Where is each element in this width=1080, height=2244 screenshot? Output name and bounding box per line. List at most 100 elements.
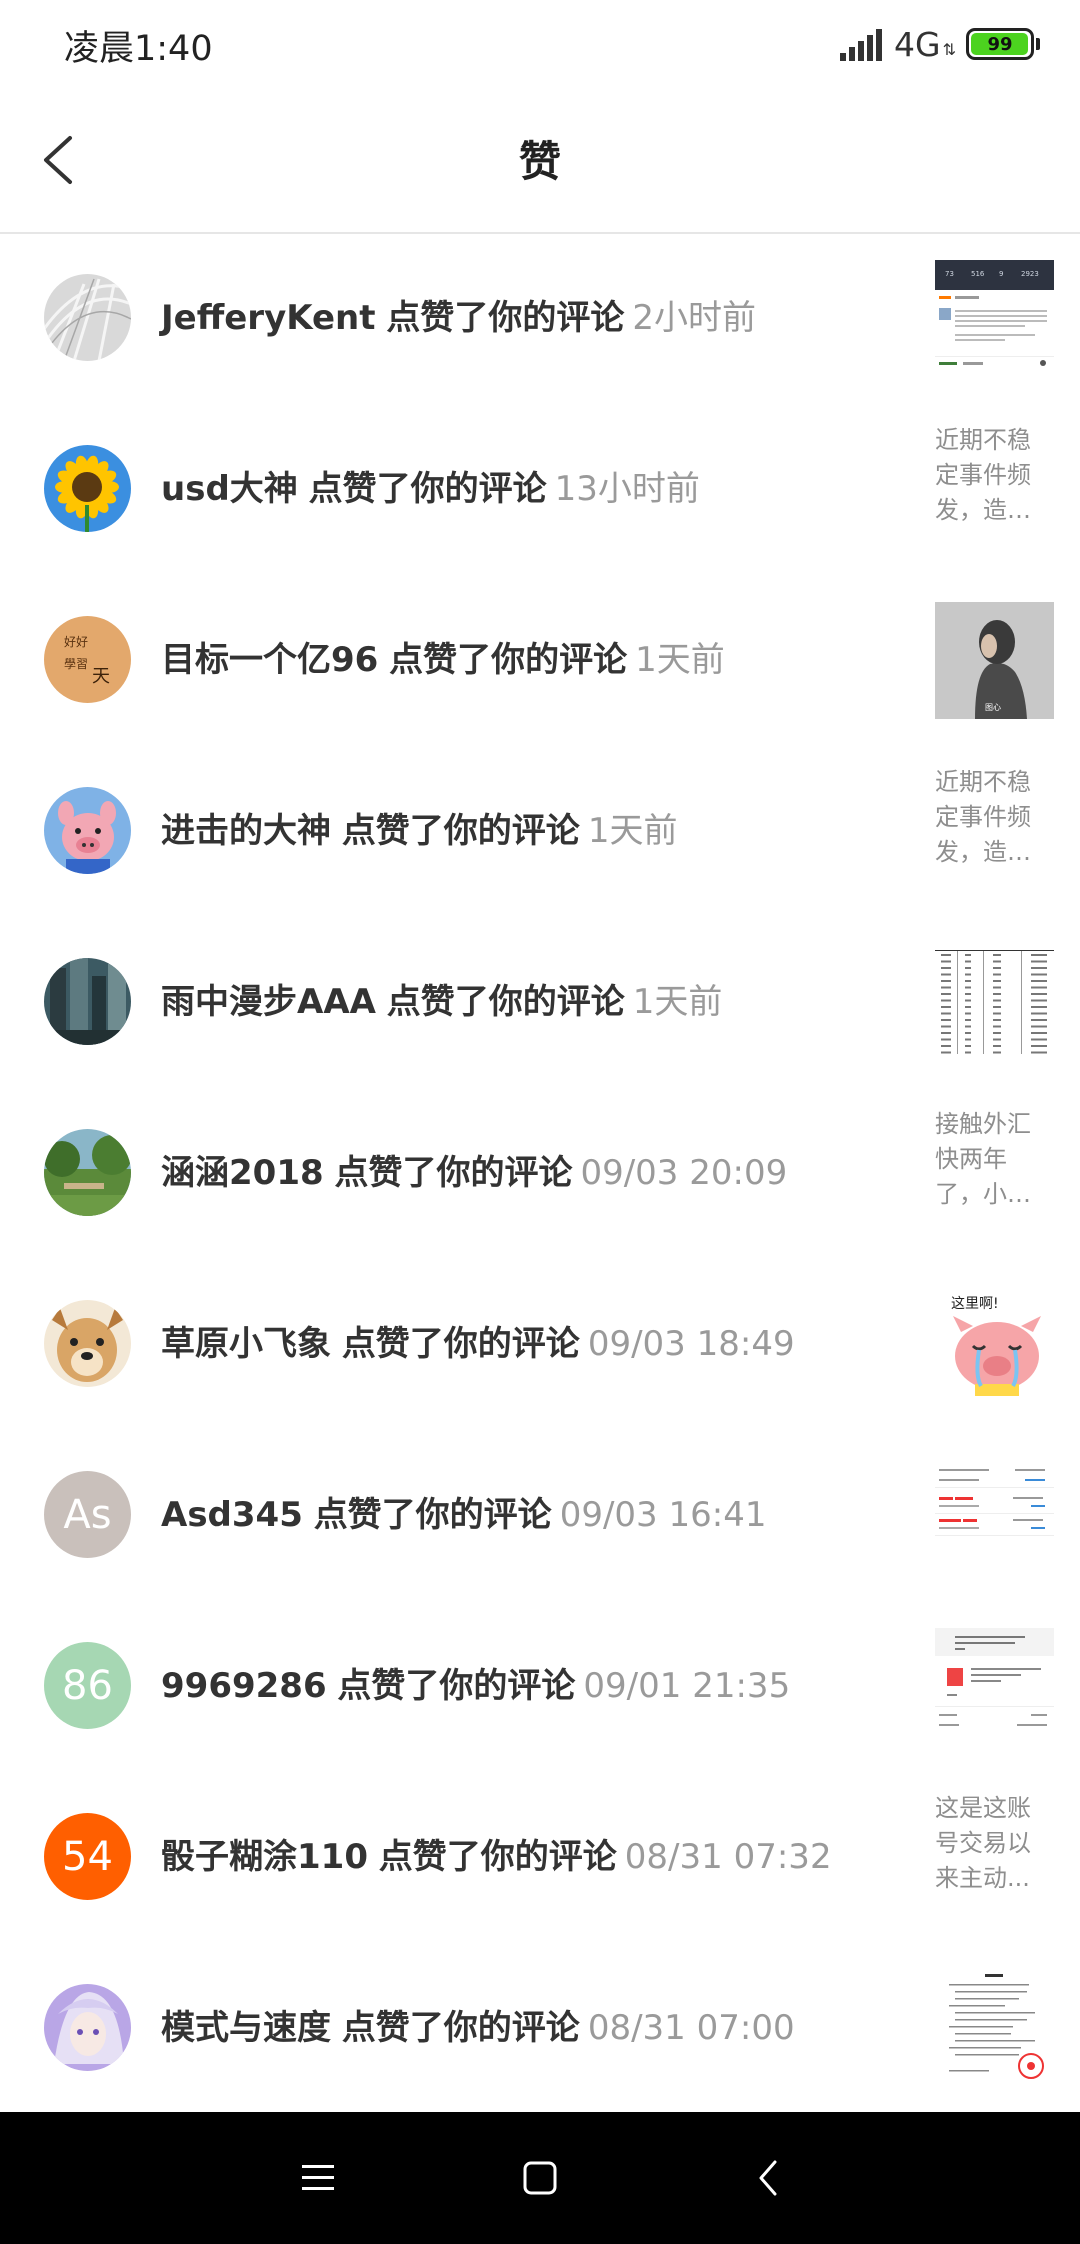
timestamp: 1天前: [587, 811, 678, 851]
comment-preview-text[interactable]: 接触外汇快两年了，小白...: [935, 1107, 1053, 1212]
action-text: 点赞了你的评论: [334, 1153, 573, 1193]
like-item[interactable]: 54 骰子糊涂110 点赞了你的评论 08/31 07:32 这是这账号交易以来主动.…: [0, 1772, 1080, 1943]
user-name[interactable]: 骰子糊涂110: [161, 1837, 368, 1877]
menu-button[interactable]: [282, 2142, 354, 2214]
status-time: 凌晨1:40: [64, 29, 213, 69]
user-name[interactable]: 进击的大神: [161, 811, 331, 851]
timestamp: 09/03 18:49: [587, 1324, 795, 1364]
svg-text:好好: 好好: [64, 635, 88, 649]
user-name[interactable]: 模式与速度: [161, 2008, 331, 2048]
like-item[interactable]: 雨中漫步AAA 点赞了你的评论 1天前: [0, 917, 1080, 1088]
likes-page: 凌晨1:40 4G ⇅ 99 赞 JefferyKent 点赞了你的评论 2小时前…: [0, 0, 1080, 2244]
header: 赞: [0, 88, 1080, 234]
avatar[interactable]: [44, 787, 131, 874]
action-text: 点赞了你的评论: [337, 1666, 576, 1706]
avatar[interactable]: 54: [44, 1813, 131, 1900]
home-square-icon: [523, 2161, 557, 2195]
like-item[interactable]: As Asd345 点赞了你的评论 09/03 16:41: [0, 1430, 1080, 1601]
like-item[interactable]: 模式与速度 点赞了你的评论 08/31 07:00: [0, 1943, 1080, 2114]
timestamp: 1天前: [635, 640, 725, 680]
action-text: 点赞了你的评论: [341, 1324, 580, 1364]
comment-preview-thumbnail[interactable]: 这里啊!: [935, 1286, 1054, 1403]
user-name[interactable]: 雨中漫步AAA: [161, 982, 376, 1022]
svg-text:學習: 學習: [64, 657, 88, 671]
like-item[interactable]: 好好 學習天目标一个亿96 点赞了你的评论 1天前 图心: [0, 575, 1080, 746]
action-text: 点赞了你的评论: [341, 2008, 580, 2048]
network-type: 4G: [894, 24, 941, 64]
like-item[interactable]: 草原小飞象 点赞了你的评论 09/03 18:49 这里啊!: [0, 1259, 1080, 1430]
comment-preview-thumbnail[interactable]: [935, 1457, 1054, 1574]
user-name[interactable]: 草原小飞象: [161, 1324, 331, 1364]
avatar[interactable]: [44, 1300, 131, 1387]
svg-text:2923: 2923: [1021, 270, 1039, 278]
comment-preview-thumbnail[interactable]: 73 516 9 2923: [935, 260, 1054, 377]
like-item[interactable]: 进击的大神 点赞了你的评论1天前 近期不稳定事件频发，造成...: [0, 746, 1080, 917]
status-indicators: 4G ⇅ 99: [840, 22, 1040, 66]
action-text: 点赞了你的评论: [341, 811, 580, 851]
like-item[interactable]: usd大神 点赞了你的评论13小时前 近期不稳定事件频发，造成...: [0, 404, 1080, 575]
comment-preview-text[interactable]: 近期不稳定事件频发，造成...: [935, 765, 1053, 870]
avatar[interactable]: As: [44, 1471, 131, 1558]
user-name[interactable]: usd大神: [161, 469, 298, 509]
comment-preview-thumbnail[interactable]: [935, 1970, 1054, 2087]
like-text: 草原小飞象 点赞了你的评论 09/03 18:49: [161, 1259, 795, 1430]
comment-preview-thumbnail[interactable]: 图心: [935, 602, 1054, 719]
like-text: Asd345 点赞了你的评论 09/03 16:41: [161, 1430, 766, 1601]
avatar[interactable]: [44, 958, 131, 1045]
timestamp: 09/01 21:35: [583, 1666, 791, 1706]
svg-text:天: 天: [92, 666, 110, 687]
user-name[interactable]: 目标一个亿96: [161, 640, 378, 680]
avatar[interactable]: 好好學習天: [44, 616, 131, 703]
like-text: usd大神 点赞了你的评论 13小时前: [161, 404, 700, 575]
action-text: 点赞了你的评论: [389, 640, 628, 680]
timestamp: 2小时前: [632, 298, 756, 338]
like-item[interactable]: 86 9969286 点赞了你的评论 09/01 21:35: [0, 1601, 1080, 1772]
like-text: 骰子糊涂110 点赞了你的评论 08/31 07:32: [161, 1772, 832, 1943]
status-bar: 凌晨1:40 4G ⇅ 99: [0, 0, 1080, 88]
avatar[interactable]: 86: [44, 1642, 131, 1729]
comment-preview-thumbnail[interactable]: [935, 1628, 1054, 1745]
action-text: 点赞了你的评论: [308, 469, 547, 509]
user-name[interactable]: JefferyKent: [161, 298, 376, 338]
comment-preview-thumbnail[interactable]: [935, 944, 1054, 1061]
like-list: JefferyKent 点赞了你的评论 2小时前 73 516 9 2923 usd大神 点…: [0, 233, 1080, 2114]
like-text: 涵涵2018 点赞了你的评论 09/03 20:09: [161, 1088, 787, 1259]
avatar[interactable]: [44, 274, 131, 361]
svg-text:9: 9: [999, 270, 1003, 278]
like-item[interactable]: 涵涵2018 点赞了你的评论09/03 20:09 接触外汇快两年了，小白...: [0, 1088, 1080, 1259]
timestamp: 08/31 07:32: [624, 1837, 832, 1877]
timestamp: 08/31 07:00: [587, 2008, 795, 2048]
timestamp: 1天前: [632, 982, 723, 1022]
action-text: 点赞了你的评论: [378, 1837, 617, 1877]
battery-tip: [1036, 38, 1040, 50]
home-button[interactable]: [504, 2142, 576, 2214]
like-text: 雨中漫步AAA 点赞了你的评论 1天前: [161, 917, 722, 1088]
navigation-bar: [0, 2112, 1080, 2244]
comment-preview-text[interactable]: 近期不稳定事件频发，造成...: [935, 423, 1053, 528]
svg-text:这里啊!: 这里啊!: [951, 1295, 999, 1312]
system-back-button[interactable]: [732, 2142, 804, 2214]
back-triangle-icon: [759, 2160, 777, 2196]
user-name[interactable]: 涵涵2018: [161, 1153, 324, 1193]
timestamp: 09/03 16:41: [559, 1495, 767, 1535]
svg-text:516: 516: [971, 270, 985, 278]
user-name[interactable]: Asd345: [161, 1495, 303, 1535]
like-item[interactable]: JefferyKent 点赞了你的评论 2小时前 73 516 9 2923: [0, 233, 1080, 404]
avatar[interactable]: [44, 1129, 131, 1216]
timestamp: 13小时前: [554, 469, 700, 509]
like-text: 进击的大神 点赞了你的评论 1天前: [161, 746, 677, 917]
user-name[interactable]: 9969286: [161, 1666, 327, 1706]
action-text: 点赞了你的评论: [313, 1495, 552, 1535]
timestamp: 09/03 20:09: [580, 1153, 788, 1193]
comment-preview-text[interactable]: 这是这账号交易以来主动...: [935, 1791, 1053, 1896]
like-text: JefferyKent 点赞了你的评论 2小时前: [161, 233, 756, 404]
avatar[interactable]: [44, 1984, 131, 2071]
like-text: 目标一个亿96 点赞了你的评论 1天前: [161, 575, 725, 746]
page-title: 赞: [518, 137, 561, 186]
action-text: 点赞了你的评论: [386, 982, 625, 1022]
avatar[interactable]: [44, 445, 131, 532]
svg-text:73: 73: [945, 270, 954, 278]
data-arrows-icon: ⇅: [942, 39, 956, 59]
action-text: 点赞了你的评论: [386, 298, 625, 338]
like-text: 9969286 点赞了你的评论 09/01 21:35: [161, 1601, 790, 1772]
